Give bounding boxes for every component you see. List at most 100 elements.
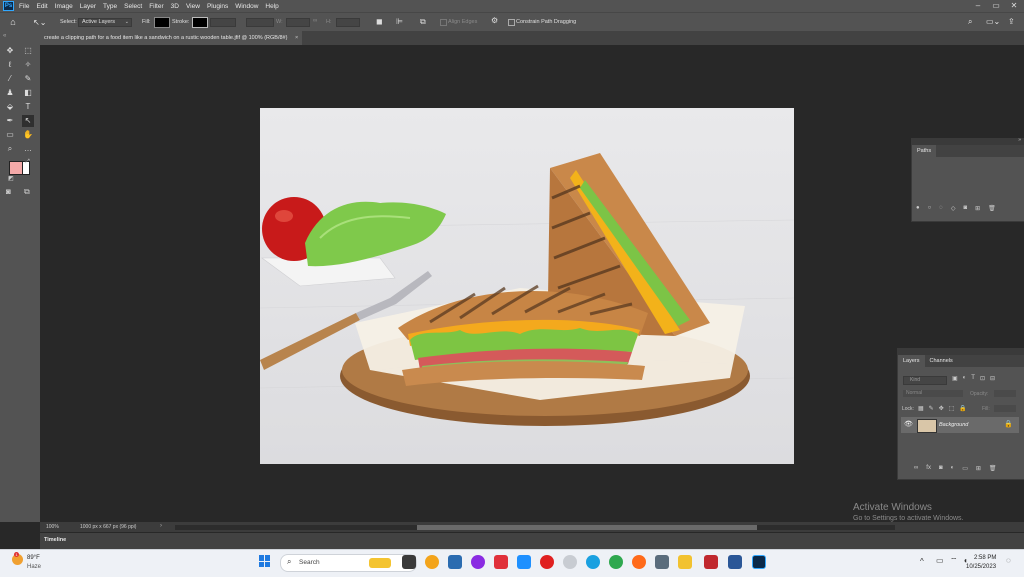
delete-layer-icon[interactable]: 🗑: [989, 465, 997, 472]
fill-swatch[interactable]: [154, 17, 170, 28]
group-icon[interactable]: ▭: [962, 465, 968, 472]
gear-icon[interactable]: ⚙: [491, 16, 498, 25]
direct-selection-tool-icon[interactable]: ↖: [22, 115, 34, 127]
word-icon[interactable]: [728, 555, 742, 569]
task-view-icon[interactable]: [402, 555, 416, 569]
search-icon[interactable]: ⌕: [968, 17, 972, 27]
clone-stamp-tool-icon[interactable]: ♟: [4, 87, 16, 99]
firefox-icon[interactable]: [632, 555, 646, 569]
menu-view[interactable]: View: [186, 3, 200, 10]
lock-transparent-icon[interactable]: ▦: [918, 405, 924, 412]
eraser-tool-icon[interactable]: ◧: [22, 87, 34, 99]
filter-type-icon[interactable]: T: [971, 375, 975, 382]
close-icon[interactable]: ✕: [1006, 0, 1022, 12]
stroke-type-dropdown[interactable]: [246, 18, 274, 27]
new-path-icon[interactable]: ⊞: [975, 205, 980, 212]
mail-app-icon[interactable]: [448, 555, 462, 569]
rectangle-tool-icon[interactable]: ▭: [4, 129, 16, 141]
type-tool-icon[interactable]: T: [22, 101, 34, 113]
menu-layer[interactable]: Layer: [80, 3, 96, 10]
lock-position-icon[interactable]: ✥: [939, 405, 944, 412]
quick-mask-icon[interactable]: ◙: [6, 187, 11, 196]
zoom-tool-icon[interactable]: ⌕: [4, 143, 16, 155]
photoshop-taskbar-icon[interactable]: [752, 555, 766, 569]
blend-mode-dropdown[interactable]: Normal: [903, 390, 963, 397]
filter-smart-icon[interactable]: ⊟: [990, 375, 995, 382]
wifi-icon[interactable]: ⌔: [950, 556, 958, 566]
tab-channels[interactable]: Channels: [925, 355, 958, 367]
menu-plugins[interactable]: Plugins: [207, 3, 228, 10]
status-expand-icon[interactable]: ›: [160, 523, 162, 529]
menu-3d[interactable]: 3D: [171, 3, 179, 10]
move-tool-icon[interactable]: ✥: [4, 45, 16, 57]
path-selection-tool-icon[interactable]: ↖⌄: [33, 17, 47, 28]
align-edges-checkbox[interactable]: [440, 19, 447, 26]
browser-icon[interactable]: [563, 555, 577, 569]
workspace-icon[interactable]: ▭⌄: [986, 17, 1000, 26]
adjustment-layer-icon[interactable]: ◐: [951, 465, 955, 472]
sandwich-photo[interactable]: [260, 108, 794, 464]
collapse-icon[interactable]: »: [1018, 137, 1021, 143]
menu-edit[interactable]: Edit: [36, 3, 47, 10]
timeline-tab[interactable]: Timeline: [44, 537, 66, 543]
document-size[interactable]: 1000 px x 667 px (96 ppi): [80, 524, 136, 530]
filter-pixel-icon[interactable]: ▣: [952, 375, 958, 382]
add-layer-mask-icon[interactable]: ◙: [939, 465, 943, 472]
clock-time[interactable]: 2:58 PM: [974, 555, 996, 561]
default-colors-icon[interactable]: ◩: [8, 175, 14, 182]
home-icon[interactable]: ⌂: [6, 16, 20, 29]
new-layer-icon[interactable]: ⊞: [976, 465, 981, 472]
menu-help[interactable]: Help: [265, 3, 278, 10]
clock-date[interactable]: 10/25/2023: [966, 564, 996, 570]
chevron-up-icon[interactable]: ^: [920, 557, 924, 566]
close-tab-icon[interactable]: ×: [295, 35, 298, 41]
height-field[interactable]: [336, 18, 360, 27]
lock-all-icon[interactable]: 🔒: [959, 405, 966, 412]
filezilla-icon[interactable]: [704, 555, 718, 569]
link-icon[interactable]: ∞: [313, 18, 317, 24]
display-icon[interactable]: ▭: [936, 556, 944, 565]
taskbar-search-box[interactable]: ⌕ Search: [280, 554, 417, 572]
opera-icon[interactable]: [540, 555, 554, 569]
chrome-icon[interactable]: [609, 555, 623, 569]
path-operations-icon[interactable]: ◼: [376, 17, 383, 26]
pen-tool-icon[interactable]: ✒: [4, 115, 16, 127]
gradient-tool-icon[interactable]: ⬙: [4, 101, 16, 113]
marquee-tool-icon[interactable]: ⬚: [22, 45, 34, 57]
constrain-path-checkbox[interactable]: [508, 19, 515, 26]
lock-image-icon[interactable]: ✎: [929, 405, 934, 412]
layer-fill-field[interactable]: [994, 405, 1016, 412]
layer-style-icon[interactable]: fx: [926, 465, 931, 472]
layer-row-background[interactable]: 👁 Background 🔒: [901, 417, 1019, 433]
filter-adjustment-icon[interactable]: ◐: [963, 375, 967, 382]
path-arrangement-icon[interactable]: ⧉: [420, 17, 426, 27]
collapse-icon[interactable]: «: [3, 33, 6, 39]
load-selection-icon[interactable]: ◌: [939, 205, 943, 212]
trash-icon[interactable]: 🗑: [988, 205, 996, 212]
opacity-field[interactable]: [994, 390, 1016, 397]
notifications-icon[interactable]: ◌: [1006, 556, 1011, 565]
minimize-icon[interactable]: –: [970, 0, 986, 12]
stroke-path-icon[interactable]: ○: [928, 205, 932, 212]
stroke-swatch[interactable]: [192, 17, 208, 28]
hand-tool-icon[interactable]: ✋: [22, 129, 34, 141]
stroke-width-field[interactable]: [210, 18, 236, 27]
vivaldi-icon[interactable]: [494, 555, 508, 569]
maximize-icon[interactable]: ▭: [988, 0, 1004, 12]
menu-window[interactable]: Window: [235, 3, 258, 10]
path-alignment-icon[interactable]: ⊫: [396, 17, 403, 26]
artboard-lock-icon[interactable]: ⬚: [949, 405, 955, 412]
tab-paths[interactable]: Paths: [912, 145, 937, 157]
link-layers-icon[interactable]: ∞: [914, 465, 918, 472]
chrome-canary-icon[interactable]: [425, 555, 439, 569]
document-tab[interactable]: create a clipping path for a food item l…: [40, 31, 303, 45]
eyedropper-tool-icon[interactable]: ⁄: [4, 73, 16, 85]
width-field[interactable]: [286, 18, 310, 27]
eye-icon[interactable]: 👁: [904, 420, 913, 428]
filter-kind-dropdown[interactable]: Kind: [903, 376, 947, 385]
horizontal-scrollbar[interactable]: [175, 525, 895, 530]
filter-shape-icon[interactable]: ⊡: [980, 375, 985, 382]
media-app-icon[interactable]: [471, 555, 485, 569]
fill-path-icon[interactable]: ●: [916, 205, 920, 212]
foreground-color-swatch[interactable]: [9, 161, 23, 175]
